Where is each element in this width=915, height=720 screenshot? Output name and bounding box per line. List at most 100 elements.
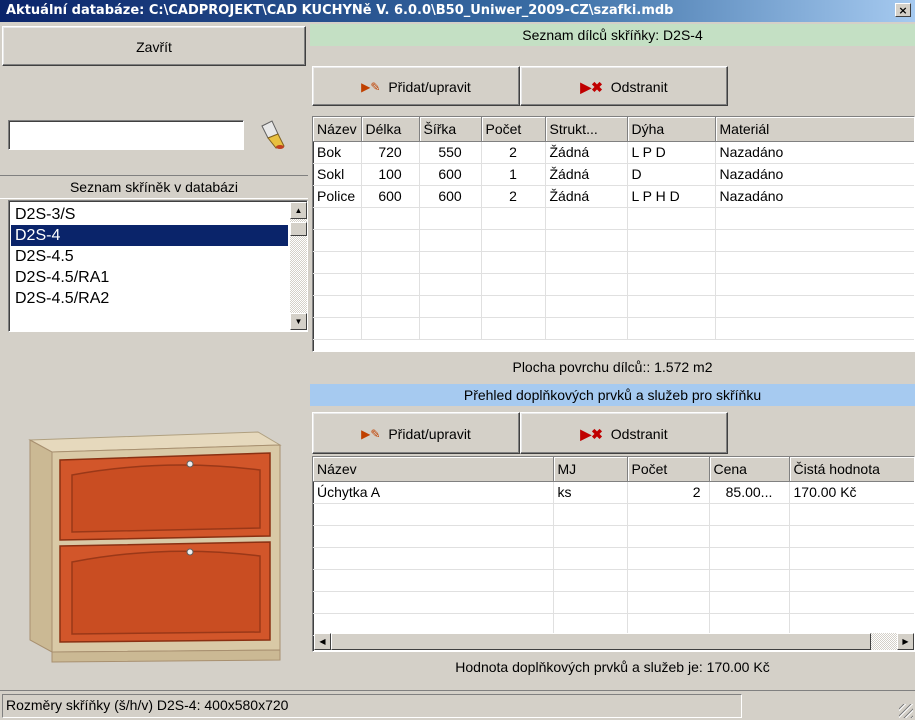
cabinet-preview-image: [8, 340, 306, 686]
parts-table-cell: [313, 251, 362, 274]
parts-remove-button[interactable]: ▶✖ Odstranit: [520, 66, 728, 106]
extras-table-row[interactable]: [313, 613, 914, 636]
cabinet-list-item[interactable]: D2S-4.5/RA1: [11, 267, 288, 288]
parts-table-row[interactable]: [313, 295, 914, 318]
parts-table-cell: 1: [481, 163, 546, 186]
extras-column-header[interactable]: Počet: [627, 457, 710, 482]
parts-table-cell: [361, 207, 420, 230]
parts-table-cell: [419, 207, 482, 230]
parts-table-cell: Sokl: [313, 163, 362, 186]
cabinet-drawing: [28, 431, 282, 663]
cabinet-list-item[interactable]: D2S-4: [11, 225, 288, 246]
extras-table-cell: Úchytka A: [313, 481, 554, 504]
extras-table-cell: 85.00...: [709, 481, 790, 504]
extras-column-header[interactable]: Čistá hodnota: [789, 457, 914, 482]
parts-table-cell: [715, 207, 914, 230]
close-button-label: Zavřít: [136, 39, 172, 56]
parts-table-cell: [545, 317, 628, 340]
parts-column-header[interactable]: Strukt...: [545, 117, 628, 142]
parts-table-cell: [715, 317, 914, 340]
parts-table-cell: 2: [481, 185, 546, 208]
parts-table-cell: [545, 273, 628, 296]
parts-column-header[interactable]: Dýha: [627, 117, 716, 142]
scroll-left-button[interactable]: ◀: [314, 633, 331, 650]
parts-table-cell: Nazadáno: [715, 141, 914, 164]
search-icon[interactable]: [254, 118, 290, 152]
extras-column-header[interactable]: Název: [313, 457, 554, 482]
parts-table[interactable]: Název Délka Šířka Počet Strukt... Dýha Materiá…: [312, 116, 915, 352]
parts-column-header[interactable]: Délka: [361, 117, 420, 142]
parts-table-row[interactable]: Bok 720 550 2 Žádná L P D Nazadáno: [313, 141, 914, 164]
extras-column-header[interactable]: MJ: [553, 457, 628, 482]
extras-table-cell: [627, 547, 710, 570]
parts-table-row[interactable]: [313, 273, 914, 296]
extras-table-row[interactable]: [313, 547, 914, 570]
parts-table-cell: Žádná: [545, 141, 628, 164]
parts-table-cell: [313, 207, 362, 230]
parts-area-label: Plocha povrchu dílců:: 1.572 m2: [512, 359, 713, 375]
extras-table-cell: [789, 525, 914, 548]
parts-column-header[interactable]: Šířka: [419, 117, 482, 142]
cabinet-list-scrollbar[interactable]: ▲ ▼: [290, 202, 307, 330]
delete-x-icon: ▶✖: [580, 79, 603, 96]
parts-table-cell: Žádná: [545, 163, 628, 186]
parts-table-row[interactable]: Sokl 100 600 1 Žádná D Nazadáno: [313, 163, 914, 186]
cabinet-list-item[interactable]: D2S-4.5: [11, 246, 288, 267]
extras-table-cell: 170.00 Kč: [789, 481, 914, 504]
parts-table-cell: [481, 295, 546, 318]
extras-header: Přehled doplňkových prvků a služeb pro s…: [310, 384, 915, 406]
parts-add-button[interactable]: ▶✎ Přidat/upravit: [312, 66, 520, 106]
parts-column-header[interactable]: Počet: [481, 117, 546, 142]
parts-column-header[interactable]: Název: [313, 117, 362, 142]
extras-hscrollbar[interactable]: ◀ ▶: [314, 633, 914, 650]
close-button[interactable]: Zavřít: [2, 26, 306, 66]
extras-table-cell: [789, 591, 914, 614]
cabinet-list-item[interactable]: D2S-3/S: [11, 204, 288, 225]
cabinet-list[interactable]: D2S-3/S D2S-4 D2S-4.5 D2S-4.5/RA1 D2S-4.5/RA…: [8, 200, 308, 332]
scroll-thumb[interactable]: [290, 222, 307, 236]
extras-table[interactable]: Název MJ Počet Cena Čistá hodnota Úchytka Ak…: [312, 456, 915, 652]
extras-table-row[interactable]: Úchytka Aks 2 85.00... 170.00 Kč: [313, 481, 914, 504]
window-close-button[interactable]: ×: [895, 3, 911, 17]
scroll-thumb[interactable]: [331, 633, 871, 650]
extras-table-row[interactable]: [313, 503, 914, 526]
parts-table-cell: [361, 295, 420, 318]
parts-table-cell: [481, 317, 546, 340]
parts-table-row[interactable]: [313, 229, 914, 252]
parts-table-row[interactable]: [313, 317, 914, 340]
extras-table-cell: ks: [553, 481, 628, 504]
parts-column-header[interactable]: Materiál: [715, 117, 914, 142]
extras-table-cell: [789, 569, 914, 592]
parts-table-cell: [419, 229, 482, 252]
parts-table-cell: [715, 295, 914, 318]
parts-table-cell: 720: [361, 141, 420, 164]
extras-table-cell: [709, 503, 790, 526]
resize-grip-icon[interactable]: [899, 704, 913, 718]
extras-add-button[interactable]: ▶✎ Přidat/upravit: [312, 412, 520, 454]
search-input[interactable]: [8, 120, 244, 150]
parts-table-cell: [481, 207, 546, 230]
extras-table-row[interactable]: [313, 525, 914, 548]
extras-table-row[interactable]: [313, 569, 914, 592]
parts-table-cell: [627, 207, 716, 230]
scroll-up-button[interactable]: ▲: [290, 202, 307, 219]
cabinet-list-item[interactable]: D2S-4.5/RA2: [11, 288, 288, 309]
extras-table-cell: [553, 547, 628, 570]
parts-table-cell: L P H D: [627, 185, 716, 208]
extras-remove-button[interactable]: ▶✖ Odstranit: [520, 412, 728, 454]
extras-table-cell: [709, 525, 790, 548]
parts-table-row[interactable]: [313, 207, 914, 230]
scroll-down-button[interactable]: ▼: [290, 313, 307, 330]
extras-table-cell: [313, 503, 554, 526]
parts-table-cell: [419, 273, 482, 296]
extras-table-cell: [313, 569, 554, 592]
parts-table-row[interactable]: [313, 251, 914, 274]
parts-table-cell: [419, 295, 482, 318]
parts-table-row[interactable]: Police 600 600 2 Žádná L P H D Nazadáno: [313, 185, 914, 208]
parts-table-cell: [627, 317, 716, 340]
parts-table-cell: [627, 273, 716, 296]
extras-column-header[interactable]: Cena: [709, 457, 790, 482]
scroll-right-button[interactable]: ▶: [897, 633, 914, 650]
extras-table-cell: [789, 547, 914, 570]
extras-table-row[interactable]: [313, 591, 914, 614]
